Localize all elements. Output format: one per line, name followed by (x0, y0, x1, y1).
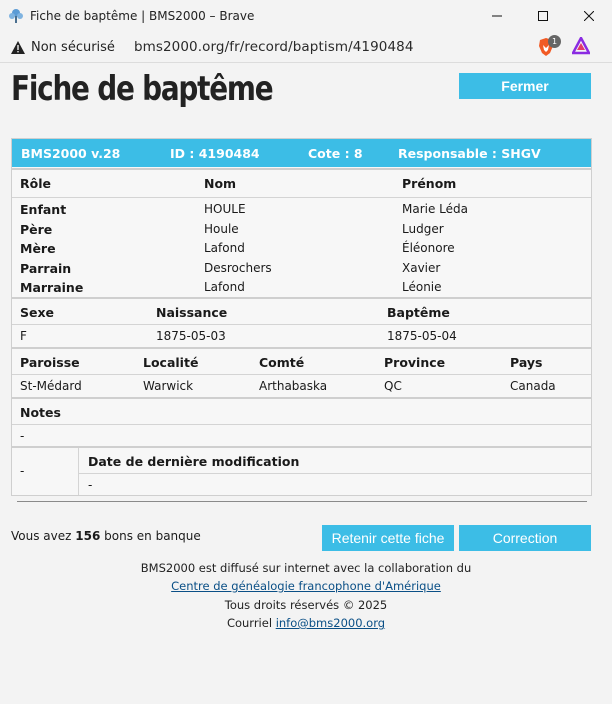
table-row-nom: Lafond (204, 241, 245, 255)
column-header-naissance: Naissance (156, 305, 228, 320)
save-record-button[interactable]: Retenir cette fiche (322, 525, 454, 551)
minimize-button[interactable] (474, 0, 520, 32)
close-window-button[interactable] (566, 0, 612, 32)
brave-rewards-icon[interactable] (570, 35, 592, 55)
bank-prefix: Vous avez (11, 529, 72, 543)
table-row-nom: Lafond (204, 280, 245, 294)
localite-value: Warwick (143, 379, 194, 393)
column-header-pays: Pays (510, 355, 543, 370)
footer-collaboration: BMS2000 est diffusé sur internet avec la… (140, 561, 472, 575)
page-title: Fiche de baptême (11, 69, 274, 109)
column-header-sexe: Sexe (20, 305, 55, 320)
notes-header: Notes (20, 405, 61, 420)
table-row-prenom: Marie Léda (402, 202, 468, 216)
email-link[interactable]: info@bms2000.org (276, 616, 385, 630)
sexe-value: F (20, 329, 27, 343)
notes-section: Notes - (12, 399, 591, 445)
url-text[interactable]: bms2000.org/fr/record/baptism/4190484 (134, 39, 414, 55)
security-label[interactable]: Non sécurisé (31, 40, 115, 55)
footer-rights: Tous droits réservés © 2025 (224, 598, 388, 612)
column-header-province: Province (384, 355, 446, 370)
column-header-comte: Comté (259, 355, 305, 370)
record-id: ID : 4190484 (170, 146, 260, 161)
table-row-role: Marraine (20, 280, 84, 295)
version-label: BMS2000 v.28 (21, 146, 121, 161)
table-row-nom: HOULE (204, 202, 246, 216)
left-cell-value: - (20, 464, 25, 478)
pays-value: Canada (510, 379, 556, 393)
column-header-paroisse: Paroisse (20, 355, 80, 370)
record-card: BMS2000 v.28 ID : 4190484 Cote : 8 Respo… (11, 138, 592, 496)
column-header-role: Rôle (20, 176, 51, 191)
table-row-nom: Houle (204, 222, 239, 236)
column-header-prenom: Prénom (402, 176, 457, 191)
table-row-role: Enfant (20, 202, 67, 217)
table-row-role: Parrain (20, 261, 72, 276)
divider (17, 501, 587, 502)
mail-prefix: Courriel (226, 616, 273, 630)
cote-label: Cote : 8 (308, 146, 363, 161)
maximize-button[interactable] (520, 0, 566, 32)
bapteme-value: 1875-05-04 (387, 329, 457, 343)
footer-link-row: Centre de généalogie francophone d'Améri… (0, 579, 612, 593)
persons-table: Rôle Nom Prénom Enfant HOULE Marie Léda … (12, 170, 591, 300)
province-value: QC (384, 379, 402, 393)
bank-balance: Vous avez 156 bons en banque (11, 529, 201, 543)
column-header-bapteme: Baptême (387, 305, 450, 320)
page-content: Fiche de baptême Fermer BMS2000 v.28 ID … (0, 63, 612, 704)
window-title: Fiche de baptême | BMS2000 – Brave (30, 9, 255, 23)
footer-mail-row: Courriel info@bms2000.org (0, 616, 612, 630)
warning-icon[interactable] (11, 40, 25, 54)
table-row-prenom: Ludger (402, 222, 444, 236)
address-bar[interactable]: Non sécurisé bms2000.org/fr/record/bapti… (0, 32, 612, 62)
responsable-label: Responsable : SHGV (398, 146, 541, 161)
table-row-role: Père (20, 222, 53, 237)
naissance-value: 1875-05-03 (156, 329, 226, 343)
modification-header: Date de dernière modification (88, 454, 300, 469)
paroisse-value: St-Médard (20, 379, 82, 393)
dates-table: Sexe Naissance Baptême F 1875-05-03 1875… (12, 299, 591, 345)
window-titlebar: Fiche de baptême | BMS2000 – Brave (0, 0, 612, 32)
notes-value: - (20, 429, 25, 443)
modification-section: - Date de dernière modification - (12, 448, 591, 495)
table-row-role: Mère (20, 241, 56, 256)
tree-icon (8, 8, 24, 24)
table-row-prenom: Éléonore (402, 241, 455, 255)
bank-count: 156 (75, 529, 101, 543)
shields-count-badge: 1 (548, 35, 561, 48)
table-row-prenom: Léonie (402, 280, 442, 294)
record-header: BMS2000 v.28 ID : 4190484 Cote : 8 Respo… (12, 139, 591, 167)
bank-suffix: bons en banque (104, 529, 201, 543)
table-row-prenom: Xavier (402, 261, 441, 275)
comte-value: Arthabaska (259, 379, 328, 393)
column-header-localite: Localité (143, 355, 199, 370)
cgfa-link[interactable]: Centre de généalogie francophone d'Améri… (171, 579, 441, 593)
place-table: Paroisse Localité Comté Province Pays St… (12, 349, 591, 395)
close-button[interactable]: Fermer (459, 73, 591, 99)
column-header-nom: Nom (204, 176, 237, 191)
table-row-nom: Desrochers (204, 261, 272, 275)
correction-button[interactable]: Correction (459, 525, 591, 551)
modification-value: - (88, 478, 93, 492)
